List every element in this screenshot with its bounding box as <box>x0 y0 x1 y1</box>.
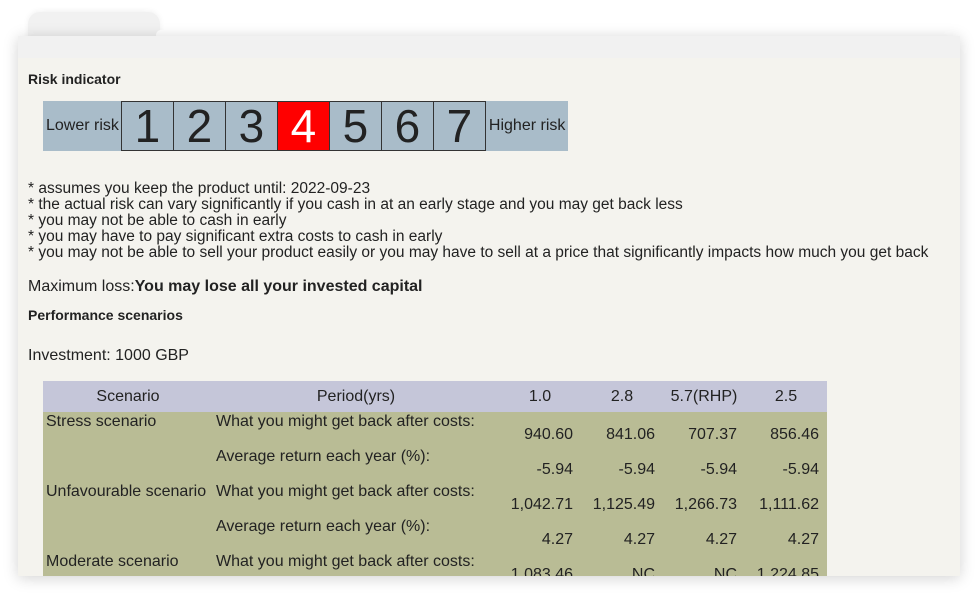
column-header-period: Period(yrs) <box>213 381 499 412</box>
risk-scale: Lower risk 1 2 3 4 5 6 7 Higher risk <box>43 100 569 152</box>
note-item: * the actual risk can vary significantly… <box>28 196 683 213</box>
table-cell-value: 1,083.46 <box>499 552 581 576</box>
note-item: * assumes you keep the product until: 20… <box>28 180 371 197</box>
column-header-2-8yr: 2.8 <box>581 381 663 412</box>
table-cell-value: 856.46 <box>745 412 827 447</box>
table-cell-value: -5.94 <box>499 447 581 482</box>
scenario-name <box>43 517 213 552</box>
investment-amount: Investment: 1000 GBP <box>28 347 189 364</box>
risk-level-5: 5 <box>328 100 382 152</box>
maximum-loss-value: You may lose all your invested capital <box>134 278 423 295</box>
table-cell-value: -5.94 <box>745 447 827 482</box>
column-header-1yr: 1.0 <box>499 381 581 412</box>
scenario-name: Moderate scenario <box>43 552 213 576</box>
higher-risk-label: Higher risk <box>488 117 566 134</box>
column-header-rhp: 5.7(RHP) <box>663 381 745 412</box>
table-cell-value: 841.06 <box>581 412 663 447</box>
table-cell-value: 1,224.85 <box>745 552 827 576</box>
table-cell-value: NC <box>663 552 745 576</box>
performance-table: Scenario Period(yrs) 1.0 2.8 5.7(RHP) 2.… <box>43 381 827 576</box>
table-row: Average return each year (%): -5.94 -5.94-… <box>43 447 827 482</box>
maximum-loss-label: Maximum loss: <box>28 278 135 295</box>
risk-level-4-selected: 4 <box>276 100 330 152</box>
table-cell-value: -5.94 <box>581 447 663 482</box>
table-row: Average return each year (%): 4.27 4.27 4.2… <box>43 517 827 552</box>
row-description: What you might get back after costs: <box>213 412 499 447</box>
table-row: Moderate scenario What you might get back… <box>43 552 827 576</box>
table-cell-value: 4.27 <box>499 517 581 552</box>
scenario-name <box>43 447 213 482</box>
risk-level-6: 6 <box>380 100 434 152</box>
row-description: Average return each year (%): <box>213 517 499 552</box>
performance-heading: Performance scenarios <box>28 307 183 323</box>
scenario-name: Stress scenario <box>43 412 213 447</box>
risk-level-3: 3 <box>224 100 278 152</box>
table-cell-value: 1,125.49 <box>581 482 663 517</box>
column-header-scenario: Scenario <box>43 381 213 412</box>
risk-level-2: 2 <box>172 100 226 152</box>
table-cell-value: 1,111.62 <box>745 482 827 517</box>
maximum-loss: Maximum loss:You may lose all your inves… <box>28 278 423 296</box>
lower-risk-label: Lower risk <box>46 117 119 134</box>
table-cell-value: 4.27 <box>581 517 663 552</box>
table-cell-value: 4.27 <box>745 517 827 552</box>
table-cell-value: 1,042.71 <box>499 482 581 517</box>
table-row: Stress scenario What you might get back a… <box>43 412 827 447</box>
row-description: What you might get back after costs: <box>213 482 499 517</box>
table-cell-value: 1,266.73 <box>663 482 745 517</box>
row-description: What you might get back after costs: <box>213 552 499 576</box>
note-item: * you may have to pay significant extra … <box>28 228 443 245</box>
table-cell-value: 707.37 <box>663 412 745 447</box>
scenario-name: Unfavourable scenario <box>43 482 213 517</box>
risk-indicator-heading: Risk indicator <box>28 71 121 87</box>
risk-notes: * assumes you keep the product until: 20… <box>28 181 928 261</box>
table-row: Unfavourable scenario What you might get … <box>43 482 827 517</box>
window-top-bar <box>18 36 960 58</box>
table-cell-value: 940.60 <box>499 412 581 447</box>
document-window: Risk indicator Lower risk 1 2 3 4 5 6 7 … <box>18 36 960 576</box>
row-description: Average return each year (%): <box>213 447 499 482</box>
risk-level-7: 7 <box>432 100 486 152</box>
table-cell-value: -5.94 <box>663 447 745 482</box>
table-cell-value: NC <box>581 552 663 576</box>
note-item: * you may not be able to sell your produ… <box>28 244 929 261</box>
risk-level-1: 1 <box>120 100 174 152</box>
table-cell-value: 4.27 <box>663 517 745 552</box>
column-header-2-5yr: 2.5 <box>745 381 827 412</box>
note-item: * you may not be able to cash in early <box>28 212 287 229</box>
table-header-row: Scenario Period(yrs) 1.0 2.8 5.7(RHP) 2.… <box>43 381 827 412</box>
